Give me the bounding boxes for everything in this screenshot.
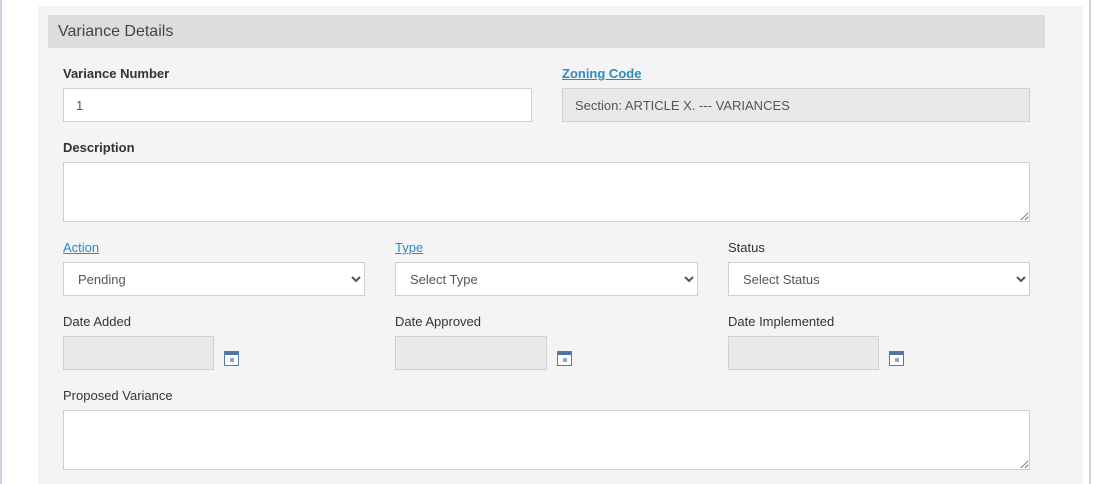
date-added-input[interactable] xyxy=(63,336,214,370)
calendar-icon[interactable] xyxy=(224,351,239,366)
type-select[interactable]: Select Type xyxy=(395,262,698,296)
description-label: Description xyxy=(63,140,135,155)
section-header: Variance Details xyxy=(48,15,1045,48)
calendar-icon[interactable] xyxy=(557,351,572,366)
date-approved-label: Date Approved xyxy=(395,314,482,329)
action-select[interactable]: Pending xyxy=(63,262,365,296)
status-select[interactable]: Select Status xyxy=(728,262,1030,296)
date-added-label: Date Added xyxy=(63,314,131,329)
proposed-variance-label: Proposed Variance xyxy=(63,388,173,403)
action-link[interactable]: Action xyxy=(63,240,99,255)
description-textarea[interactable] xyxy=(63,162,1030,222)
proposed-variance-textarea[interactable] xyxy=(63,410,1030,470)
variance-details-panel: Variance Details Variance Number Zoning … xyxy=(38,6,1083,484)
date-implemented-input[interactable] xyxy=(728,336,879,370)
type-link[interactable]: Type xyxy=(395,240,423,255)
variance-number-input[interactable] xyxy=(63,88,532,122)
zoning-code-field xyxy=(562,88,1030,122)
status-label: Status xyxy=(728,240,765,255)
outer-border-right xyxy=(1089,0,1091,484)
outer-border-left xyxy=(0,0,2,484)
date-implemented-label: Date Implemented xyxy=(728,314,835,329)
variance-number-label: Variance Number xyxy=(63,66,170,81)
zoning-code-link[interactable]: Zoning Code xyxy=(562,66,641,81)
calendar-icon[interactable] xyxy=(889,351,904,366)
date-approved-input[interactable] xyxy=(395,336,547,370)
